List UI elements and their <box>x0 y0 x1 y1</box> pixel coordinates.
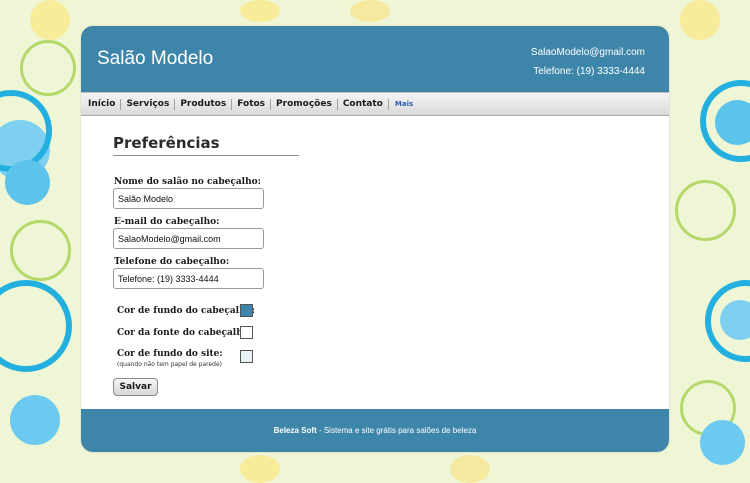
nav-item-fotos[interactable]: Fotos <box>232 98 272 110</box>
site-footer: Beleza Soft - Sistema e site grátis para… <box>81 409 669 452</box>
site-title: Salão Modelo <box>97 48 214 69</box>
flower-decoration <box>5 160 50 205</box>
site-bg-color-label: Cor de fundo do site: <box>117 349 223 359</box>
email-input[interactable] <box>113 228 264 249</box>
site-container: Salão Modelo SalaoModelo@gmail.com Telef… <box>81 26 669 452</box>
ring-decoration <box>0 280 72 372</box>
header-bg-color-label: Cor de fundo do cabeçalho: <box>117 306 255 316</box>
phone-field-label: Telefone do cabeçalho: <box>114 257 230 267</box>
page-title: Preferências <box>113 134 299 156</box>
flower-decoration <box>240 0 280 22</box>
nav-item-servicos[interactable]: Serviços <box>121 98 176 110</box>
footer-text: - Sistema e site grátis para salões de b… <box>316 426 477 435</box>
header-font-color-swatch[interactable] <box>240 326 253 339</box>
save-button[interactable]: Salvar <box>113 378 158 396</box>
flower-decoration <box>680 0 720 40</box>
footer-brand: Beleza Soft <box>273 426 317 435</box>
name-field-label: Nome do salão no cabeçalho: <box>114 177 261 187</box>
header-bg-color-swatch[interactable] <box>240 304 253 317</box>
header-email: SalaoModelo@gmail.com <box>530 47 645 58</box>
flower-decoration <box>350 0 390 22</box>
header-font-color-label: Cor da fonte do cabeçalho: <box>117 328 253 338</box>
header-phone: Telefone: (19) 3333-4444 <box>533 66 645 77</box>
flower-decoration <box>30 0 70 40</box>
site-bg-color-swatch[interactable] <box>240 350 253 363</box>
nav-item-produtos[interactable]: Produtos <box>175 98 233 110</box>
nav-item-inicio[interactable]: Início <box>83 98 122 110</box>
preferences-content: Preferências Nome do salão no cabeçalho:… <box>81 116 669 409</box>
flower-decoration <box>700 420 745 465</box>
salon-name-input[interactable] <box>113 188 264 209</box>
swirl-decoration <box>675 180 736 241</box>
flower-decoration <box>450 455 490 483</box>
header-contact: SalaoModelo@gmail.com Telefone: (19) 333… <box>531 43 645 81</box>
main-nav: Início Serviços Produtos Fotos Promoções… <box>81 92 669 116</box>
site-bg-color-note: (quando não tem papel de parede) <box>117 361 222 368</box>
flower-decoration <box>10 395 60 445</box>
email-field-label: E-mail do cabeçalho: <box>114 217 220 227</box>
swirl-decoration <box>10 220 71 281</box>
flower-decoration <box>240 455 280 483</box>
swirl-decoration <box>20 40 76 96</box>
phone-input[interactable] <box>113 268 264 289</box>
nav-more-link[interactable]: Mais <box>389 100 413 108</box>
site-header: Salão Modelo SalaoModelo@gmail.com Telef… <box>81 26 669 92</box>
nav-item-contato[interactable]: Contato <box>338 98 389 110</box>
nav-item-promocoes[interactable]: Promoções <box>271 98 338 110</box>
